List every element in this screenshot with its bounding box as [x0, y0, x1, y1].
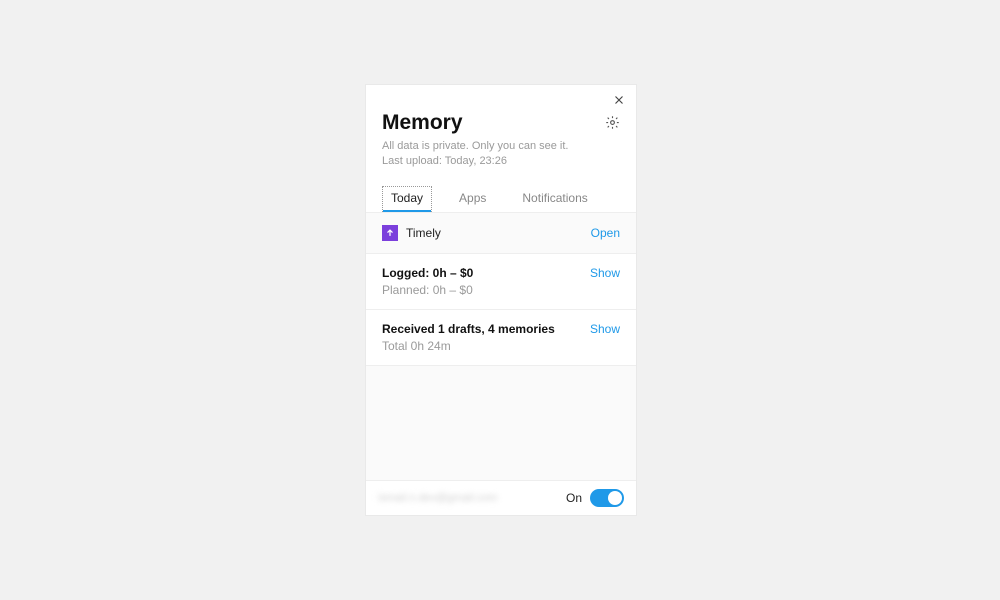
timely-app-icon — [382, 225, 398, 241]
received-text-block: Received 1 drafts, 4 memories Total 0h 2… — [382, 322, 555, 353]
tab-notifications[interactable]: Notifications — [513, 186, 596, 212]
app-name-label: Timely — [406, 226, 441, 240]
header-text: Memory All data is private. Only you can… — [382, 111, 605, 170]
logged-section: Logged: 0h – $0 Planned: 0h – $0 Show — [366, 254, 636, 310]
logged-main: Logged: 0h – $0 — [382, 266, 473, 280]
toggle-knob — [608, 491, 622, 505]
received-section: Received 1 drafts, 4 memories Total 0h 2… — [366, 310, 636, 366]
footer-email: ismail.n.dev@gmail.com — [378, 492, 497, 504]
last-upload-text: Last upload: Today, 23:26 — [382, 154, 605, 169]
received-show-link[interactable]: Show — [590, 322, 620, 336]
privacy-text: All data is private. Only you can see it… — [382, 139, 605, 154]
gear-icon[interactable] — [605, 115, 620, 130]
footer-toggle-group: On — [566, 489, 624, 507]
panel-footer: ismail.n.dev@gmail.com On — [366, 480, 636, 515]
panel-title: Memory — [382, 111, 605, 135]
logged-show-link[interactable]: Show — [590, 266, 620, 280]
received-sub: Total 0h 24m — [382, 339, 555, 353]
open-link[interactable]: Open — [591, 226, 620, 240]
received-main: Received 1 drafts, 4 memories — [382, 322, 555, 336]
logged-sub: Planned: 0h – $0 — [382, 283, 473, 297]
close-row — [366, 85, 636, 107]
app-row: Timely Open — [366, 213, 636, 254]
app-left: Timely — [382, 225, 441, 241]
tab-today[interactable]: Today — [382, 186, 432, 212]
toggle-label: On — [566, 491, 582, 505]
tab-apps[interactable]: Apps — [450, 186, 495, 212]
tracking-toggle[interactable] — [590, 489, 624, 507]
tabs-bar: Today Apps Notifications — [366, 180, 636, 213]
panel-header: Memory All data is private. Only you can… — [366, 107, 636, 180]
logged-text-block: Logged: 0h – $0 Planned: 0h – $0 — [382, 266, 473, 297]
close-icon[interactable] — [612, 93, 626, 107]
empty-content-area — [366, 366, 636, 480]
memory-panel: Memory All data is private. Only you can… — [366, 85, 636, 515]
